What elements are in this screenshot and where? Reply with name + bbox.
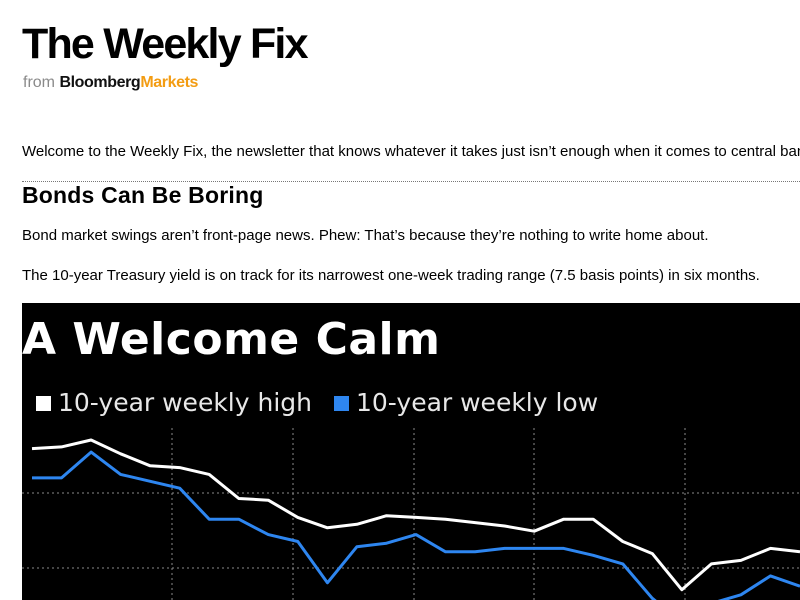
bloomberg-markets-logo[interactable]: BloombergMarkets: [59, 74, 198, 91]
legend-item: 10-year weekly high: [36, 388, 312, 418]
byline: from BloombergMarkets: [23, 73, 198, 93]
paragraph: Bond market swings aren’t front-page new…: [22, 227, 709, 244]
legend-swatch-high: [36, 395, 51, 411]
legend-label: 10-year weekly high: [58, 388, 312, 417]
section-heading: Bonds Can Be Boring: [22, 182, 264, 208]
paragraph: The 10-year Treasury yield is on track f…: [22, 267, 760, 284]
brand-primary: Bloomberg: [59, 74, 141, 91]
legend-swatch-low: [334, 395, 349, 411]
legend-item: 10-year weekly low: [334, 388, 598, 418]
legend-label: 10-year weekly low: [356, 388, 599, 417]
chart-legend: 10-year weekly high 10-year weekly low: [36, 387, 620, 419]
chart-title: A Welcome Calm: [22, 314, 441, 365]
chart: A Welcome Calm 10-year weekly high 10-ye…: [22, 303, 800, 600]
newsletter-title: The Weekly Fix: [22, 20, 308, 68]
intro-text: Welcome to the Weekly Fix, the newslette…: [22, 143, 800, 160]
byline-from: from: [23, 74, 55, 91]
brand-secondary: Markets: [140, 74, 198, 91]
